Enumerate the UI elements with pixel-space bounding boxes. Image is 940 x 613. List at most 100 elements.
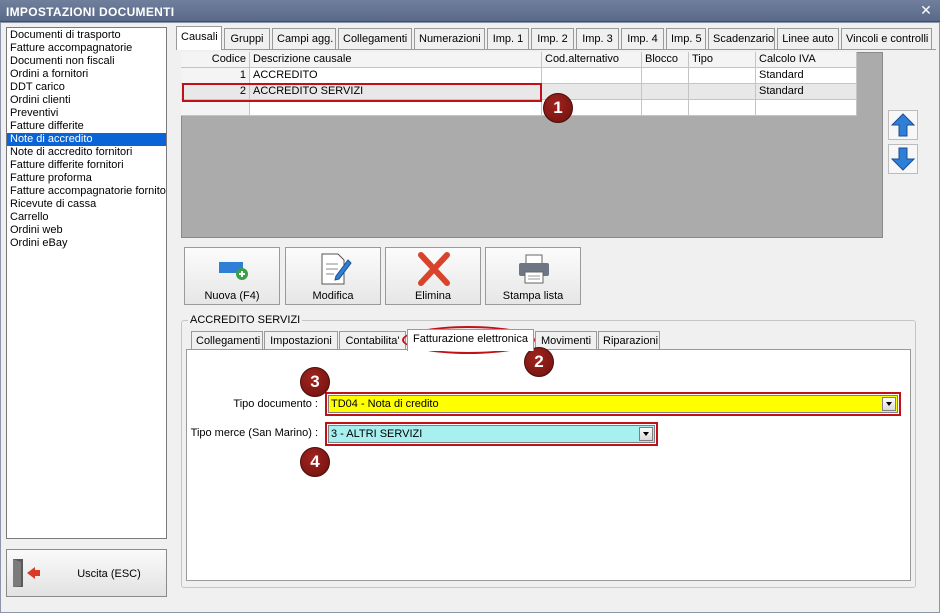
document-type-item[interactable]: Fatture differite (7, 120, 166, 133)
document-type-item[interactable]: Ordini web (7, 224, 166, 237)
document-type-item[interactable]: Fatture differite fornitori (7, 159, 166, 172)
tipo-documento-label: Tipo documento : (233, 398, 318, 410)
grid-column-header[interactable]: Cod.alternativo (542, 52, 642, 68)
grid-cell[interactable] (642, 84, 689, 100)
document-type-item[interactable]: Preventivi (7, 107, 166, 120)
grid-cell[interactable] (642, 68, 689, 84)
top-tab[interactable]: Campi agg. (272, 28, 336, 49)
document-type-item[interactable]: Documenti non fiscali (7, 55, 166, 68)
top-tab[interactable]: Imp. 4 (621, 28, 664, 49)
document-type-item[interactable]: DDT carico (7, 81, 166, 94)
detail-tab[interactable]: Contabilita' (339, 331, 406, 350)
arrow-down-icon (890, 147, 916, 171)
detail-group-title: ACCREDITO SERVIZI (188, 314, 303, 326)
top-tab[interactable]: Imp. 5 (666, 28, 706, 49)
tipo-merce-select[interactable]: 3 - ALTRI SERVIZI (328, 425, 655, 443)
top-tab[interactable]: Collegamenti (338, 28, 412, 49)
grid-cell[interactable]: ACCREDITO SERVIZI (250, 84, 542, 100)
delete-button[interactable]: Elimina (385, 247, 481, 305)
exit-door-icon (13, 559, 40, 587)
document-type-item[interactable]: Note di accredito fornitori (7, 146, 166, 159)
grid-cell[interactable]: 1 (181, 68, 250, 84)
tipo-merce-label: Tipo merce (San Marino) : (190, 427, 318, 439)
detail-tab[interactable]: Impostazioni (264, 331, 338, 350)
grid-column-header[interactable]: Codice (181, 52, 250, 68)
delete-button-label: Elimina (414, 290, 452, 302)
tipo-documento-select[interactable]: TD04 - Nota di credito (328, 395, 898, 413)
new-record-icon (219, 262, 248, 280)
detail-tab[interactable]: Riparazioni (598, 331, 660, 350)
top-tab[interactable]: Scadenzario (708, 28, 775, 49)
document-type-list[interactable]: Documenti di trasporto Fatture accompagna… (6, 27, 167, 539)
move-down-button[interactable] (888, 144, 918, 174)
grid-cell[interactable] (689, 68, 756, 84)
grid-column-header[interactable]: Calcolo IVA (756, 52, 857, 68)
annotation-marker-3: 3 (300, 367, 330, 397)
chevron-down-icon[interactable] (639, 427, 653, 441)
document-type-item[interactable]: Ordini eBay (7, 237, 166, 250)
document-type-item[interactable]: Ricevute di cassa (7, 198, 166, 211)
print-list-button[interactable]: Stampa lista (485, 247, 581, 305)
annotation-marker-4: 4 (300, 447, 330, 477)
detail-tab[interactable]: Collegamenti (191, 331, 263, 350)
annotation-marker-2: 2 (524, 347, 554, 377)
top-tab[interactable]: Imp. 2 (531, 28, 574, 49)
grid-cell[interactable]: Standard (756, 68, 857, 84)
grid-cell[interactable]: Standard (756, 84, 857, 100)
table-row[interactable] (181, 100, 857, 116)
grid-cell[interactable] (689, 100, 756, 116)
tipo-merce-value: 3 - ALTRI SERVIZI (331, 428, 423, 440)
top-tab[interactable]: Numerazioni (414, 28, 485, 49)
print-list-button-label: Stampa lista (502, 290, 564, 302)
table-row[interactable]: 2 ACCREDITO SERVIZI Standard (181, 84, 857, 100)
edit-button[interactable]: Modifica (285, 247, 381, 305)
exit-button-label: Uscita (ESC) (77, 568, 141, 580)
grid-header-row: Codice Descrizione causale Cod.alternativo… (181, 52, 857, 68)
top-tab[interactable]: Vincoli e controlli (841, 28, 932, 49)
close-icon[interactable]: ✕ (918, 3, 934, 19)
tipo-documento-value: TD04 - Nota di credito (331, 398, 439, 410)
grid-cell[interactable] (756, 100, 857, 116)
edit-document-icon (321, 253, 352, 285)
document-type-item[interactable]: Ordini a fornitori (7, 68, 166, 81)
arrow-up-icon (890, 113, 916, 137)
new-button[interactable]: Nuova (F4) (184, 247, 280, 305)
tab-strip-divider (176, 49, 936, 50)
document-type-item[interactable]: Fatture accompagnatorie fornito (7, 185, 166, 198)
edit-button-label: Modifica (312, 290, 354, 302)
window-title: IMPOSTAZIONI DOCUMENTI (6, 5, 175, 19)
grid-cell[interactable] (250, 100, 542, 116)
document-type-item[interactable]: Ordini clienti (7, 94, 166, 107)
grid-cell[interactable] (642, 100, 689, 116)
grid-column-header[interactable]: Descrizione causale (250, 52, 542, 68)
new-button-label: Nuova (F4) (204, 290, 260, 302)
top-tab[interactable]: Imp. 1 (487, 28, 529, 49)
top-tab[interactable]: Causali (176, 26, 222, 50)
grid-cell[interactable]: 2 (181, 84, 250, 100)
top-tab-strip: Causali Gruppi Campi agg. Collegamenti Numer… (176, 26, 936, 50)
table-row[interactable]: 1 ACCREDITO Standard (181, 68, 857, 84)
grid-cell[interactable] (542, 68, 642, 84)
detail-tab[interactable]: Fatturazione elettronica (407, 329, 534, 351)
exit-button[interactable]: Uscita (ESC) (6, 549, 167, 597)
top-tab[interactable]: Linee auto (777, 28, 839, 49)
document-type-item[interactable]: Documenti di trasporto (7, 29, 166, 42)
move-up-button[interactable] (888, 110, 918, 140)
grid-column-header[interactable]: Blocco (642, 52, 689, 68)
grid-cell[interactable]: ACCREDITO (250, 68, 542, 84)
delete-x-icon (418, 252, 450, 286)
top-tab[interactable]: Gruppi (224, 28, 270, 49)
document-type-item[interactable]: Fatture proforma (7, 172, 166, 185)
grid-column-header[interactable]: Tipo (689, 52, 756, 68)
top-tab[interactable]: Imp. 3 (576, 28, 619, 49)
fatturazione-elettronica-panel (186, 349, 911, 581)
grid-cell[interactable] (689, 84, 756, 100)
document-type-item[interactable]: Note di accredito (7, 133, 166, 146)
detail-tab-strip: Collegamenti Impostazioni Contabilita' Fatt… (186, 329, 916, 351)
printer-icon (519, 254, 549, 284)
document-type-item[interactable]: Fatture accompagnatorie (7, 42, 166, 55)
document-type-item[interactable]: Carrello (7, 211, 166, 224)
chevron-down-icon[interactable] (882, 397, 896, 411)
grid-cell[interactable] (181, 100, 250, 116)
title-bar: IMPOSTAZIONI DOCUMENTI (0, 0, 940, 22)
